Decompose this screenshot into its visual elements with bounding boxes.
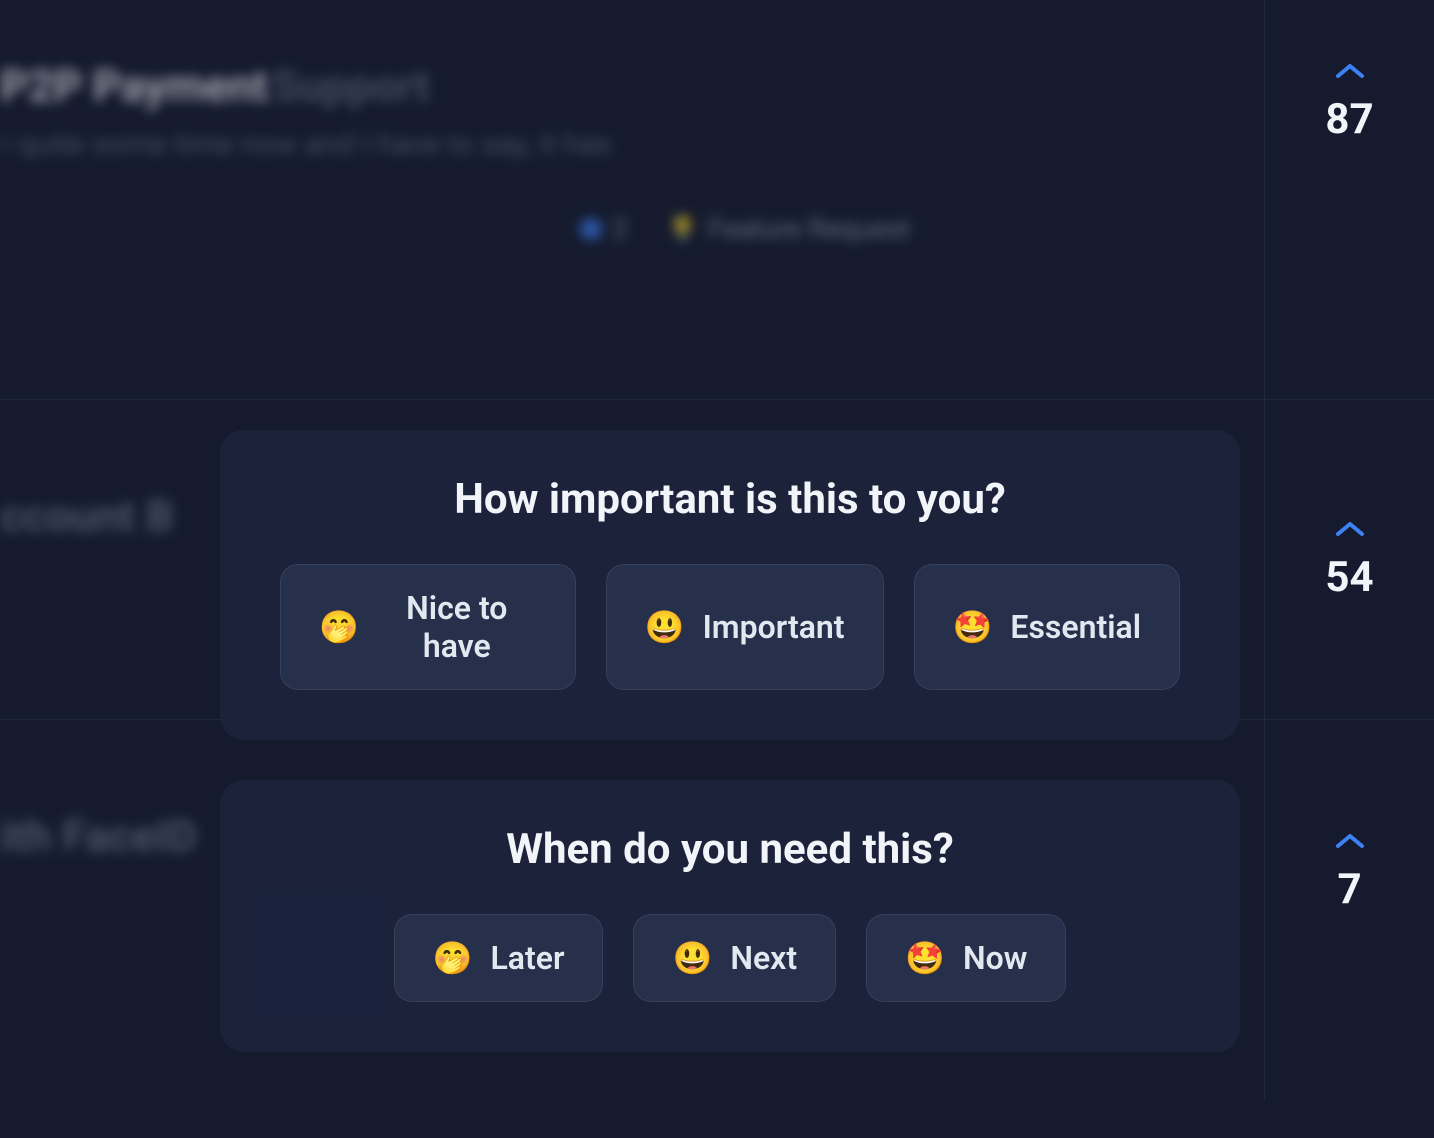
feedback-content-blurred: P2P Payment Support r quite some time no… <box>0 0 1264 399</box>
feedback-title-light: Support <box>272 60 430 112</box>
timing-options: 🤭 Later 😃 Next 🤩 Now <box>280 914 1180 1002</box>
timing-prompt-card: When do you need this? 🤭 Later 😃 Next 🤩 … <box>220 780 1240 1052</box>
feedback-list: P2P Payment Support r quite some time no… <box>0 0 1434 1138</box>
option-nice-to-have[interactable]: 🤭 Nice to have <box>280 564 576 690</box>
feedback-row: P2P Payment Support r quite some time no… <box>0 0 1434 400</box>
importance-prompt-card: How important is this to you? 🤭 Nice to … <box>220 430 1240 740</box>
option-label: Later <box>491 939 565 977</box>
upvote-button[interactable] <box>1334 60 1366 80</box>
vote-count: 87 <box>1325 95 1373 144</box>
vote-count: 54 <box>1325 553 1373 602</box>
importance-prompt-title: How important is this to you? <box>280 475 1180 524</box>
option-label: Nice to have <box>377 589 537 665</box>
bulb-icon: 💡 <box>668 215 698 243</box>
feedback-title-strong: P2P Payment <box>0 60 268 112</box>
option-label: Now <box>963 939 1027 977</box>
tag-label: Feature Request <box>708 212 911 245</box>
feedback-tag: 💡 Feature Request <box>668 212 911 245</box>
vote-column: 54 <box>1264 400 1434 719</box>
vote-count: 7 <box>1337 865 1361 914</box>
option-label: Essential <box>1010 608 1141 646</box>
option-important[interactable]: 😃 Important <box>606 564 884 690</box>
star-eyes-emoji-icon: 🤩 <box>905 942 945 974</box>
timing-prompt-title: When do you need this? <box>280 825 1180 874</box>
option-label: Important <box>703 608 845 646</box>
upvote-button[interactable] <box>1334 830 1366 850</box>
option-later[interactable]: 🤭 Later <box>394 914 604 1002</box>
smile-emoji-icon: 😃 <box>672 942 712 974</box>
importance-options: 🤭 Nice to have 😃 Important 🤩 Essential <box>280 564 1180 690</box>
comments-count-value: 2 <box>612 212 628 245</box>
smile-emoji-icon: 😃 <box>645 611 685 643</box>
upvote-button[interactable] <box>1334 518 1366 538</box>
yawn-emoji-icon: 🤭 <box>433 942 473 974</box>
feedback-row: ccount B How important is this to you? 🤭… <box>0 400 1434 720</box>
feedback-meta: 2 💡 Feature Request <box>580 212 1264 245</box>
vote-column: 87 <box>1264 0 1434 399</box>
comment-icon <box>580 218 602 240</box>
option-now[interactable]: 🤩 Now <box>866 914 1066 1002</box>
vote-column: 7 <box>1264 720 1434 1100</box>
comments-count: 2 <box>580 212 628 245</box>
option-label: Next <box>730 939 797 977</box>
feedback-subtitle: r quite some time now and I have to say,… <box>0 127 1264 162</box>
yawn-emoji-icon: 🤭 <box>319 611 359 643</box>
option-next[interactable]: 😃 Next <box>633 914 836 1002</box>
star-eyes-emoji-icon: 🤩 <box>953 611 993 643</box>
feedback-row: ith FaceID When do you need this? 🤭 Late… <box>0 720 1434 1100</box>
option-essential[interactable]: 🤩 Essential <box>914 564 1180 690</box>
